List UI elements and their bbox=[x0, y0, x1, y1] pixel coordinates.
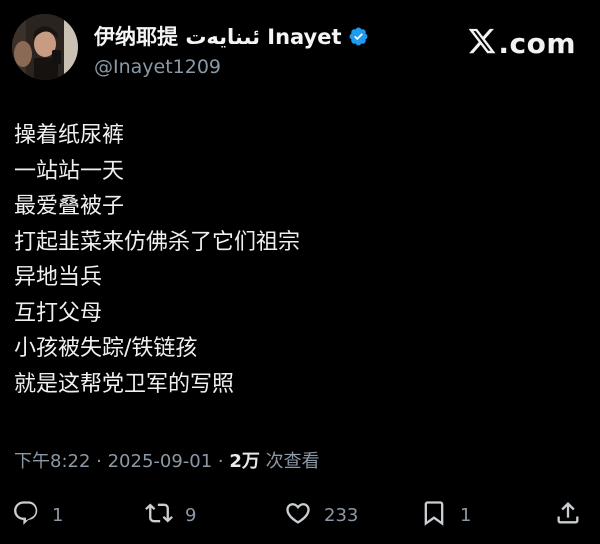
repost-button[interactable]: 9 bbox=[145, 498, 196, 532]
repost-count: 9 bbox=[185, 504, 197, 526]
post-text: 操着纸尿裤 一站站一天 最爱叠被子 打起韭菜来仿佛杀了它们祖宗 异地当兵 互打父… bbox=[14, 118, 586, 402]
post-line: 一站站一天 bbox=[14, 158, 125, 184]
like-count: 233 bbox=[324, 504, 359, 526]
bookmark-button[interactable]: 1 bbox=[420, 498, 471, 532]
post-line: 互打父母 bbox=[14, 300, 103, 326]
bookmark-icon bbox=[420, 499, 448, 531]
share-button[interactable] bbox=[554, 498, 582, 532]
meta-separator: · bbox=[212, 451, 230, 472]
post-time[interactable]: 下午8:22 bbox=[14, 451, 90, 472]
reply-count: 1 bbox=[52, 504, 64, 526]
post-line: 最爱叠被子 bbox=[14, 194, 125, 219]
post-date[interactable]: 2025-09-01 bbox=[108, 451, 213, 472]
handle[interactable]: @Inayet1209 bbox=[94, 56, 369, 78]
post-line: 操着纸尿裤 bbox=[14, 123, 125, 148]
x-logo-icon bbox=[467, 26, 497, 60]
author-block: 伊纳耶提 ئىنايەت Inayet @Inayet1209 bbox=[94, 22, 369, 78]
action-bar: 1 9 233 1 bbox=[12, 498, 588, 532]
reply-button[interactable]: 1 bbox=[12, 498, 63, 532]
views-label: 次查看 bbox=[259, 451, 320, 472]
verified-badge-icon bbox=[348, 26, 369, 47]
reply-icon bbox=[12, 499, 40, 531]
like-icon bbox=[284, 499, 312, 531]
views-count: 2万 bbox=[229, 451, 260, 472]
post-meta: 下午8:22 · 2025-09-01 · 2万 次查看 bbox=[14, 447, 320, 473]
display-name[interactable]: 伊纳耶提 ئىنايەت Inayet bbox=[94, 21, 342, 51]
brand-domain: .com bbox=[498, 26, 576, 60]
post-line: 小孩被失踪/铁链孩 bbox=[14, 336, 198, 361]
post-line: 异地当兵 bbox=[14, 265, 103, 290]
avatar[interactable] bbox=[12, 14, 78, 80]
repost-icon bbox=[145, 499, 173, 531]
tweet-header: 伊纳耶提 ئىنايەت Inayet @Inayet1209 .com bbox=[12, 14, 588, 84]
post-line: 就是这帮党卫军的写照 bbox=[14, 371, 235, 397]
like-button[interactable]: 233 bbox=[284, 498, 358, 532]
meta-separator: · bbox=[90, 451, 108, 472]
bookmark-count: 1 bbox=[460, 504, 472, 526]
post-line: 打起韭菜来仿佛杀了它们祖宗 bbox=[14, 229, 301, 255]
share-icon bbox=[554, 499, 582, 531]
brand: .com bbox=[467, 26, 576, 60]
